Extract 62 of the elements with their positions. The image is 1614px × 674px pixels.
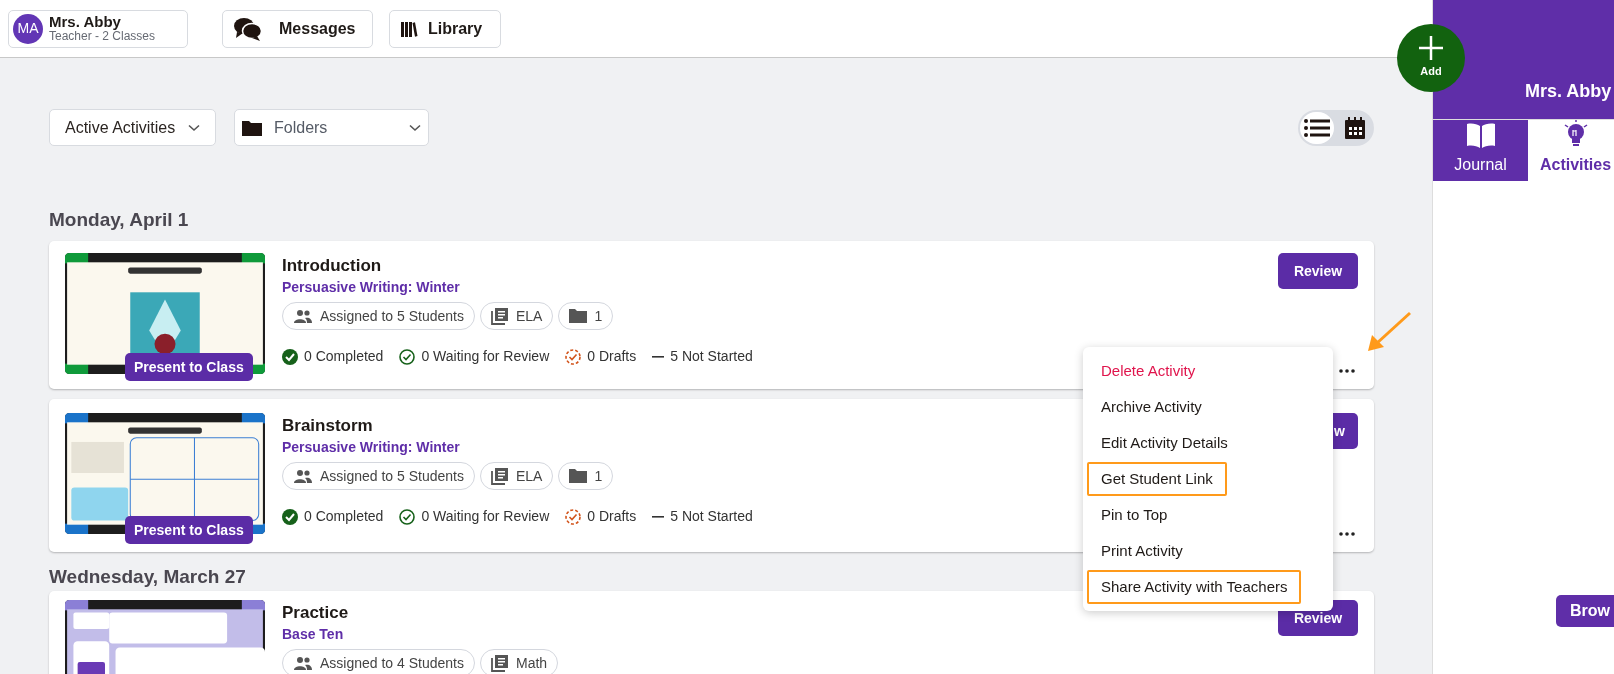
drafts-icon — [565, 508, 582, 525]
avatar: MA — [13, 13, 43, 44]
book-icon — [491, 467, 509, 485]
status-count: 0 Waiting for Review — [399, 506, 550, 527]
status-count: 0 Drafts — [565, 346, 637, 367]
unit-link[interactable]: Persuasive Writing: Winter — [282, 437, 460, 457]
waiting-icon — [399, 508, 416, 525]
folder-icon — [569, 309, 588, 323]
waiting-icon — [399, 348, 416, 365]
people-icon — [293, 309, 313, 323]
folder-icon — [242, 119, 262, 136]
library-button[interactable]: Library — [389, 9, 501, 48]
people-icon — [293, 656, 313, 670]
plus-icon — [1419, 36, 1443, 61]
review-button[interactable]: Review — [1278, 253, 1358, 289]
more-icon — [1339, 532, 1355, 536]
present-to-class-button[interactable]: Present to Class — [125, 353, 253, 381]
date-heading: Monday, April 1 — [49, 208, 189, 232]
pointer-arrow — [1366, 310, 1414, 354]
panel-tab[interactable]: Journal — [1433, 120, 1528, 181]
chevron-down-icon — [188, 123, 200, 132]
status-count: 5 Not Started — [652, 506, 753, 527]
panel-name: Mrs. Abby — [1525, 80, 1612, 103]
present-to-class-button[interactable]: Present to Class — [125, 516, 253, 544]
more-icon — [1339, 369, 1355, 373]
browse-button[interactable]: Brow — [1556, 595, 1614, 627]
user-role: Teacher - 2 Classes — [49, 30, 156, 44]
chevron-down-icon — [409, 123, 421, 132]
user-name: Mrs. Abby — [49, 13, 122, 31]
menu-item[interactable]: Delete Activity — [1087, 354, 1210, 388]
status-dropdown[interactable]: Active Activities — [49, 109, 216, 146]
status-count: 0 Drafts — [565, 506, 637, 527]
status-count: 0 Completed — [282, 346, 384, 367]
book-icon — [491, 307, 509, 325]
status-count: 5 Not Started — [652, 346, 753, 367]
list-icon — [1304, 118, 1330, 137]
activity-title: Brainstorm — [282, 415, 373, 437]
folder-icon — [569, 469, 588, 483]
menu-item[interactable]: Print Activity — [1087, 534, 1197, 568]
status-count: 0 Waiting for Review — [399, 346, 550, 367]
messages-button[interactable]: Messages — [222, 9, 373, 48]
activity-title: Practice — [282, 602, 349, 624]
menu-item[interactable]: Archive Activity — [1087, 390, 1216, 424]
activity-title: Introduction — [282, 255, 382, 277]
menu-item[interactable]: Pin to Top — [1087, 498, 1182, 532]
people-icon — [293, 469, 313, 483]
calendar-icon — [1345, 116, 1365, 139]
status-count: 0 Completed — [282, 506, 384, 527]
list-view-button[interactable] — [1300, 111, 1334, 144]
menu-item[interactable]: Edit Activity Details — [1087, 426, 1242, 460]
books-icon — [400, 19, 418, 38]
chat-icon — [233, 15, 263, 42]
folders-dropdown[interactable]: Folders — [234, 109, 429, 146]
drafts-icon — [565, 348, 582, 365]
date-heading: Wednesday, March 27 — [49, 565, 246, 589]
book-icon — [1465, 123, 1496, 149]
completed-icon — [282, 508, 298, 525]
menu-item[interactable]: Get Student Link — [1087, 462, 1227, 496]
unit-link[interactable]: Base Ten — [282, 624, 344, 644]
unit-link[interactable]: Persuasive Writing: Winter — [282, 277, 460, 297]
completed-icon — [282, 348, 298, 365]
menu-item[interactable]: Share Activity with Teachers — [1087, 570, 1302, 604]
